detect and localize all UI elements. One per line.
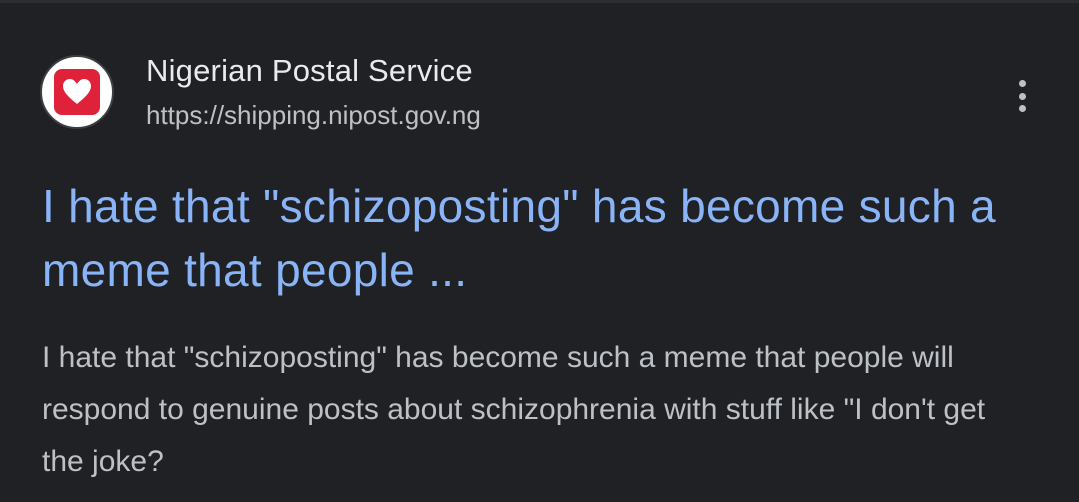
favicon-badge [54,69,100,115]
more-vertical-icon-dot [1018,92,1026,100]
search-result: Nigerian Postal Service https://shipping… [0,0,1079,502]
site-name[interactable]: Nigerian Postal Service [146,53,473,89]
heart-icon [63,79,91,104]
site-url[interactable]: https://shipping.nipost.gov.ng [146,100,481,131]
more-vertical-icon [1018,80,1026,87]
more-vertical-icon-dot [1018,105,1026,112]
more-options-button[interactable] [1002,74,1042,118]
result-snippet: I hate that "schizoposting" has become s… [42,341,986,478]
result-title-link[interactable]: I hate that "schizoposting" has become s… [42,174,1032,302]
site-favicon[interactable] [40,55,114,129]
search-page: Nigerian Postal Service https://shipping… [0,0,1079,502]
